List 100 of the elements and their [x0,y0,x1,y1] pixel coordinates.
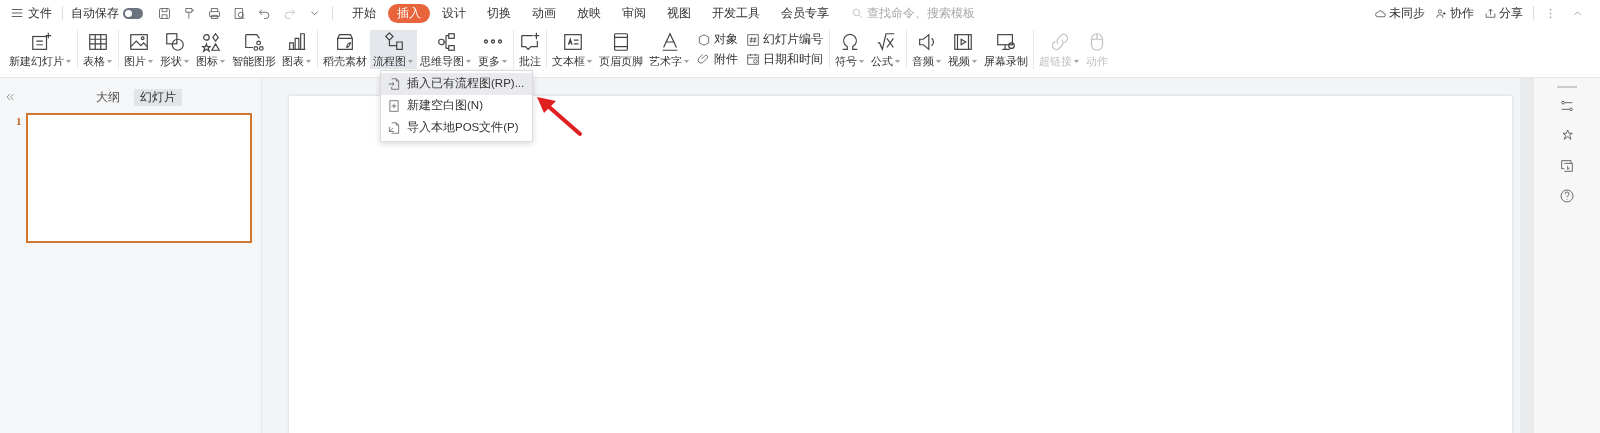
formula-icon [875,31,897,53]
search-icon [851,6,864,20]
sliders-icon[interactable] [1559,98,1575,114]
ribbon-tab[interactable]: 设计 [433,3,475,23]
toolbar-action[interactable]: 分享 [1484,4,1523,22]
ribbon-button[interactable]: 批注 [516,30,544,69]
ribbon-button[interactable]: 表格 [80,30,116,69]
caret-icon [147,57,154,65]
help-icon[interactable] [1559,188,1575,204]
save-icon[interactable] [157,5,172,21]
collapse-icon[interactable] [4,91,16,103]
autosave-toggle[interactable] [123,7,143,19]
caret-icon [858,57,865,65]
calendar-icon [746,52,760,67]
ribbon-button[interactable]: 思维导图 [417,30,475,69]
more-icon [483,39,503,44]
panel-tab[interactable]: 幻灯片 [134,88,182,106]
ribbon-button[interactable]: 音频 [909,30,945,69]
icons-icon [200,31,222,53]
ribbon-tab[interactable]: 动画 [523,3,565,23]
panel-tab[interactable]: 大纲 [90,88,126,106]
caret-icon [106,57,113,65]
share-icon [1484,6,1497,20]
smart-graphic-icon [243,31,265,53]
file-menu[interactable]: 文件 [10,4,52,22]
menu-item[interactable]: 新建空白图(N) [381,95,532,117]
ribbon-tab[interactable]: 切换 [478,3,520,23]
comment-icon [519,31,541,53]
ribbon-button[interactable]: 形状 [157,30,193,69]
mind-map-icon [435,31,457,53]
store-icon [334,31,356,53]
ribbon-button[interactable]: 图表 [279,30,315,69]
ribbon-tab[interactable]: 视图 [658,3,700,23]
caret-icon [586,57,593,65]
caret-icon [971,57,978,65]
flowchart-icon [382,31,405,53]
ribbon-button[interactable]: 幻灯片编号 [746,31,823,49]
new-slide-icon [29,31,52,53]
ribbon-button[interactable]: 文本框 [549,30,596,69]
ribbon-tab[interactable]: 开始 [343,3,385,23]
caret-icon [935,57,942,65]
insert-file-icon [387,77,401,91]
toolbar-action[interactable]: 协作 [1435,4,1474,22]
caret-icon [683,57,690,65]
ribbon-tab[interactable]: 开发工具 [703,3,769,23]
ribbon-tab[interactable]: 放映 [568,3,610,23]
ribbon-button[interactable]: 稻壳素材 [320,30,370,69]
menu-icon [10,6,24,20]
slideshow-icon[interactable] [1559,158,1575,174]
ribbon-button[interactable]: 公式 [868,30,904,69]
ribbon-button[interactable]: 附件 [697,50,738,68]
caret-icon [305,57,312,65]
caret-icon [65,57,72,65]
caret-icon [407,57,414,65]
pointer-arrow [534,94,584,138]
caret-icon [183,57,190,65]
ribbon-button[interactable]: 符号 [832,30,868,69]
caret-icon [465,57,472,65]
toolbar-action[interactable]: 未同步 [1374,4,1425,22]
ribbon-button[interactable]: 页眉页脚 [596,30,646,69]
import-file-icon [387,121,401,135]
caret-icon [219,57,226,65]
slide-number: 1 [15,114,23,129]
menu-item[interactable]: 导入本地POS文件(P) [381,117,532,139]
search-field[interactable]: 查找命令、搜索模板 [851,4,987,22]
slide-thumbnail[interactable] [26,113,252,243]
ribbon-button[interactable]: 日期和时间 [746,50,823,68]
ribbon-button[interactable]: 视频 [945,30,981,69]
print-preview-icon[interactable] [232,5,247,21]
table-icon [87,31,109,53]
ribbon-button[interactable]: 图标 [193,30,229,69]
image-icon [128,31,150,53]
paperclip-icon [697,52,711,67]
ribbon-button[interactable]: 艺术字 [646,30,693,69]
screen-record-icon [995,31,1017,53]
ribbon-tab[interactable]: 会员专享 [772,3,838,23]
caret-icon [1073,57,1080,65]
video-icon [952,31,974,53]
ribbon-button[interactable]: 新建幻灯片 [6,30,75,69]
add-file-icon [387,99,401,113]
person-add-icon [1435,6,1448,20]
scrollbar[interactable] [1520,78,1534,433]
ribbon-button[interactable]: 智能图形 [229,30,279,69]
ribbon-button[interactable]: 屏幕录制 [981,30,1031,69]
hash-icon [746,32,760,47]
shapes-icon [164,31,186,53]
ribbon-button[interactable]: 更多 [475,30,511,69]
chart-icon [286,31,308,53]
format-painter-icon[interactable] [182,5,197,21]
caret-icon [501,57,508,65]
object-icon [697,32,711,47]
menu-item[interactable]: 插入已有流程图(RP)... [381,73,532,95]
ribbon-button[interactable]: 流程图 [370,30,417,69]
text-box-icon [561,31,584,53]
ribbon-tab[interactable]: 审阅 [613,3,655,23]
ribbon-button[interactable]: 对象 [697,31,738,49]
ribbon-button[interactable]: 图片 [121,30,157,69]
print-icon[interactable] [207,5,222,21]
autosave-label: 自动保存 [71,5,119,22]
caret-icon [894,57,901,65]
